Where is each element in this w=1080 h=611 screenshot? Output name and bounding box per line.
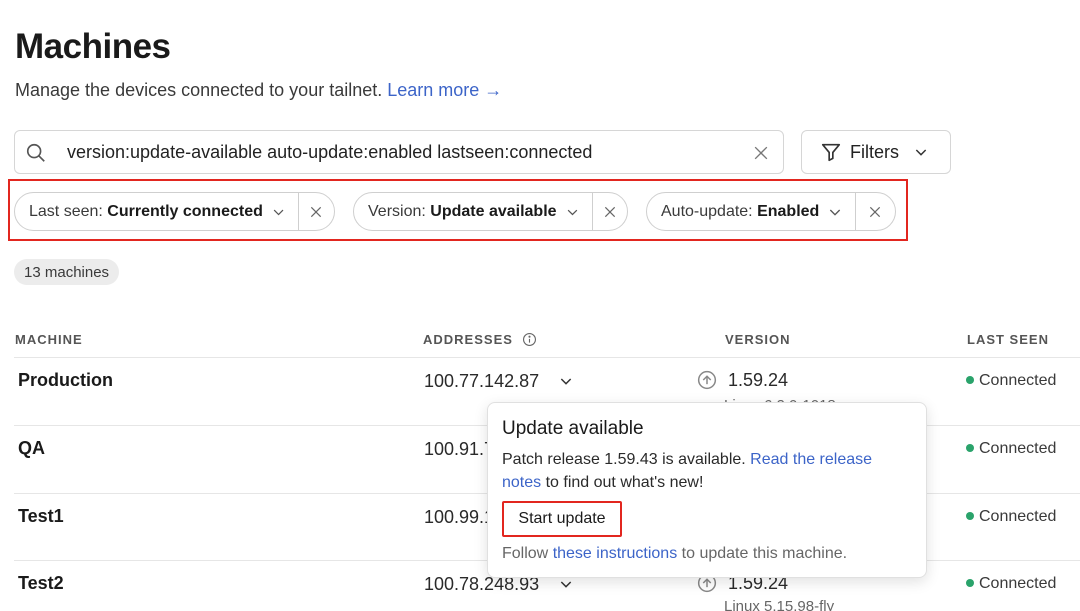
machine-address[interactable]: 100.91.7	[424, 439, 494, 460]
status-text: Connected	[979, 372, 1057, 389]
address-text: 100.77.142.87	[424, 371, 540, 391]
machine-name-link[interactable]: Test1	[18, 506, 64, 527]
chip-label[interactable]: Last seen: Currently connected	[15, 203, 271, 221]
machine-name-link[interactable]: Test2	[18, 573, 64, 594]
column-header-last-seen[interactable]: LAST SEEN	[967, 332, 1049, 347]
machine-count-badge: 13 machines	[14, 259, 120, 285]
machine-version: 1.59.24	[697, 370, 788, 391]
page-subtitle: Manage the devices connected to your tai…	[15, 80, 502, 101]
status-text: Connected	[979, 508, 1057, 525]
chevron-down-icon[interactable]	[558, 576, 574, 592]
chevron-down-icon[interactable]	[271, 204, 286, 220]
info-icon[interactable]	[522, 332, 537, 347]
chevron-down-icon[interactable]	[565, 204, 580, 220]
column-header-addresses[interactable]: ADDRESSES	[423, 332, 537, 347]
update-available-popover: Update available Patch release 1.59.43 i…	[487, 402, 927, 578]
instructions-link[interactable]: these instructions	[553, 545, 678, 562]
status-dot	[966, 376, 974, 384]
last-seen-status: Connected	[966, 440, 1056, 458]
clear-search-icon[interactable]	[751, 143, 771, 163]
chip-value: Currently connected	[107, 202, 263, 220]
filter-icon	[821, 143, 841, 162]
filters-label: Filters	[850, 141, 899, 162]
last-seen-status: Connected	[966, 508, 1056, 526]
status-dot	[966, 512, 974, 520]
row-divider	[14, 357, 1080, 358]
remove-filter-button[interactable]	[856, 193, 893, 230]
last-seen-status: Connected	[966, 372, 1056, 390]
machine-address[interactable]: 100.77.142.87	[424, 371, 574, 392]
version-text: 1.59.24	[728, 370, 789, 390]
column-header-machine[interactable]: MACHINE	[15, 332, 83, 347]
column-header-label: ADDRESSES	[423, 332, 513, 347]
status-text: Connected	[979, 440, 1057, 457]
search-query-text[interactable]: version:update-available auto-update:ena…	[67, 142, 592, 163]
status-text: Connected	[979, 575, 1057, 592]
status-dot	[966, 444, 974, 452]
popover-footer: Follow these instructions to update this…	[502, 545, 847, 563]
search-icon	[26, 143, 45, 162]
chevron-down-icon[interactable]	[558, 373, 574, 389]
chip-label[interactable]: Version: Update available	[354, 203, 565, 221]
chip-label[interactable]: Auto-update: Enabled	[647, 203, 827, 221]
popover-title: Update available	[502, 418, 644, 439]
footer-text: Follow	[502, 545, 549, 562]
remove-filter-button[interactable]	[299, 193, 334, 230]
search-input[interactable]: version:update-available auto-update:ena…	[14, 130, 784, 174]
start-update-button[interactable]: Start update	[502, 501, 622, 537]
close-icon	[604, 206, 615, 217]
machine-os: Linux 5.15.98-fly	[724, 598, 835, 611]
filter-chip-last-seen[interactable]: Last seen: Currently connected	[14, 192, 335, 231]
chip-value: Enabled	[757, 202, 820, 220]
close-icon	[311, 206, 322, 217]
footer-suffix: to update this machine.	[681, 545, 848, 562]
filter-chip-version[interactable]: Version: Update available	[353, 192, 628, 231]
chip-value: Update available	[430, 202, 557, 220]
last-seen-status: Connected	[966, 575, 1056, 593]
chevron-down-icon	[915, 149, 927, 156]
column-header-version[interactable]: VERSION	[725, 332, 791, 347]
release-notes-link-part-2[interactable]: notes	[502, 474, 541, 491]
machine-name-link[interactable]: QA	[18, 438, 45, 459]
popover-body: Patch release 1.59.43 is available. Read…	[502, 448, 912, 494]
machine-name-link[interactable]: Production	[18, 370, 113, 391]
machine-address[interactable]: 100.99.1	[424, 507, 494, 528]
chevron-down-icon[interactable]	[827, 204, 843, 220]
popover-body-suffix: to find out what's new!	[545, 474, 704, 491]
filters-button[interactable]: Filters	[801, 130, 951, 174]
page-title: Machines	[15, 27, 171, 66]
subtitle-text: Manage the devices connected to your tai…	[15, 80, 383, 100]
chip-key: Auto-update:	[661, 202, 753, 220]
chip-key: Last seen:	[29, 202, 103, 220]
release-notes-link-part-1[interactable]: Read the release	[750, 451, 872, 468]
learn-more-link[interactable]: Learn more →	[387, 80, 502, 100]
chip-key: Version:	[368, 202, 426, 220]
popover-body-text: Patch release 1.59.43 is available.	[502, 451, 746, 468]
close-icon	[869, 206, 880, 217]
remove-filter-button[interactable]	[592, 193, 627, 230]
update-available-icon[interactable]	[697, 370, 717, 390]
filter-chip-auto-update[interactable]: Auto-update: Enabled	[646, 192, 896, 231]
status-dot	[966, 579, 974, 587]
